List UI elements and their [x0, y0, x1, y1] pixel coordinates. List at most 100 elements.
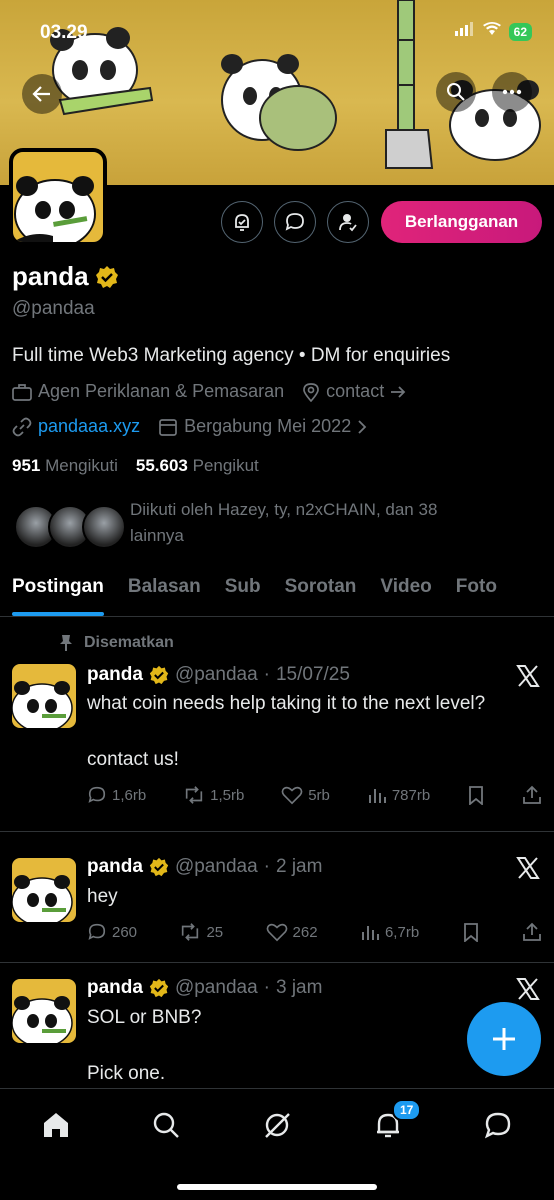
- repost-button[interactable]: 1,5rb: [183, 785, 244, 805]
- nav-home[interactable]: [38, 1107, 74, 1143]
- home-icon: [44, 1113, 68, 1137]
- post-author-name[interactable]: panda: [87, 977, 143, 999]
- bookmark-icon: [469, 786, 483, 805]
- post-header: panda @pandaa · 15/07/25: [87, 664, 350, 686]
- tab-video[interactable]: Video: [368, 570, 443, 616]
- post-author-handle: @pandaa: [174, 664, 258, 685]
- profile-name-text: panda: [12, 261, 89, 291]
- more-dots-icon: [502, 89, 522, 95]
- followed-by-row[interactable]: Diikuti oleh Hazey, ty, n2xCHAIN, dan 38…: [12, 497, 542, 553]
- back-button[interactable]: [22, 74, 62, 114]
- briefcase-icon: [12, 383, 32, 401]
- panda-avatar-image: [13, 176, 96, 242]
- link-icon: [12, 417, 32, 436]
- post-item[interactable]: panda @pandaa · 2 jam hey 260 25 262 6,7rb: [0, 832, 554, 963]
- post-text: contact us!: [87, 749, 179, 770]
- heart-icon: [266, 923, 287, 942]
- message-button[interactable]: [274, 201, 316, 243]
- tab-subs[interactable]: Sub: [213, 570, 273, 616]
- post-item[interactable]: panda @pandaa · 15/07/25 what coin needs h…: [0, 618, 554, 832]
- signal-icon: [454, 22, 475, 41]
- bar-chart-icon: [368, 789, 386, 803]
- search-icon: [447, 83, 465, 101]
- profile-avatar[interactable]: [9, 148, 107, 246]
- status-time: 03.29: [40, 22, 88, 43]
- grok-icon: [265, 1113, 290, 1138]
- joined-date[interactable]: Bergabung Mei 2022: [158, 416, 367, 437]
- subscribe-button[interactable]: Berlangganan: [381, 201, 542, 243]
- tab-photos[interactable]: Foto: [444, 570, 509, 616]
- profile-handle: @pandaa: [12, 298, 95, 319]
- repost-icon: [182, 923, 199, 941]
- followers-stat[interactable]: 55.603 Pengikut: [136, 456, 259, 476]
- bookmark-button[interactable]: [462, 922, 480, 942]
- panda-avatar-image: [12, 875, 73, 922]
- nav-notifications[interactable]: 17: [370, 1099, 422, 1143]
- share-button[interactable]: [522, 922, 542, 942]
- post-time: 2 jam: [275, 856, 323, 877]
- views-button[interactable]: 787rb: [367, 785, 430, 805]
- share-icon: [523, 785, 541, 804]
- plus-icon: [493, 1028, 515, 1050]
- reply-count: 1,6rb: [112, 786, 147, 804]
- post-text: what coin needs help taking it to the ne…: [87, 693, 486, 714]
- compose-post-button[interactable]: [467, 1002, 541, 1076]
- reply-count: 260: [112, 923, 138, 941]
- post-text: hey: [87, 886, 118, 907]
- bell-plus-icon: [235, 214, 249, 231]
- category-text: Agen Periklanan & Pemasaran: [38, 381, 285, 401]
- nav-messages[interactable]: [480, 1107, 516, 1143]
- home-indicator: [177, 1184, 377, 1190]
- post-actions: 260 25 262 6,7rb: [87, 922, 542, 942]
- calendar-icon: [159, 418, 177, 436]
- search-button[interactable]: [436, 72, 476, 112]
- post-avatar[interactable]: [12, 664, 76, 728]
- following-button[interactable]: [327, 201, 369, 243]
- reply-button[interactable]: 1,6rb: [87, 785, 146, 805]
- following-count: 951: [12, 456, 41, 475]
- like-button[interactable]: 5rb: [281, 785, 330, 805]
- chevron-right-icon: [358, 419, 367, 434]
- nav-grok[interactable]: [259, 1107, 295, 1143]
- post-time: 15/07/25: [275, 664, 350, 685]
- share-button[interactable]: [522, 785, 542, 805]
- following-stat[interactable]: 951 Mengikuti: [12, 456, 118, 476]
- nav-search[interactable]: [148, 1107, 184, 1143]
- x-logo-icon: [516, 857, 540, 879]
- reply-icon: [88, 786, 106, 803]
- tab-replies[interactable]: Balasan: [116, 570, 213, 616]
- post-author-handle: @pandaa: [174, 977, 258, 998]
- joined-text: Bergabung Mei 2022: [184, 416, 352, 436]
- post-avatar[interactable]: [12, 858, 76, 922]
- profile-tabs: Postingan Balasan Sub Sorotan Video Foto: [0, 570, 554, 617]
- post-separator: ·: [263, 856, 270, 877]
- follow-stats: 951 Mengikuti 55.603 Pengikut: [12, 456, 259, 476]
- like-count: 262: [292, 923, 318, 941]
- verified-badge-icon: [149, 665, 169, 685]
- tab-highlights[interactable]: Sorotan: [273, 570, 369, 616]
- views-button[interactable]: 6,7rb: [360, 922, 419, 942]
- like-button[interactable]: 262: [266, 922, 318, 942]
- website-link[interactable]: pandaaa.xyz: [12, 416, 140, 437]
- verified-badge-icon: [149, 857, 169, 877]
- reply-button[interactable]: 260: [87, 922, 137, 942]
- panda-avatar-image: [12, 681, 73, 728]
- contact-link[interactable]: contact: [302, 381, 406, 402]
- notify-bell-button[interactable]: [221, 201, 263, 243]
- category-item: Agen Periklanan & Pemasaran: [12, 381, 284, 402]
- repost-button[interactable]: 25: [179, 922, 223, 942]
- more-options-button[interactable]: [492, 72, 532, 112]
- post-avatar[interactable]: [12, 979, 76, 1043]
- arrow-right-icon: [391, 385, 406, 398]
- post-header: panda @pandaa · 3 jam: [87, 977, 322, 999]
- bookmark-button[interactable]: [467, 785, 485, 805]
- post-header: panda @pandaa · 2 jam: [87, 856, 322, 878]
- verified-badge-icon[interactable]: [95, 265, 119, 289]
- post-author-name[interactable]: panda: [87, 664, 143, 686]
- tab-posts[interactable]: Postingan: [0, 570, 116, 616]
- repost-count: 25: [206, 923, 224, 941]
- post-author-handle: @pandaa: [174, 856, 258, 877]
- post-author-name[interactable]: panda: [87, 856, 143, 878]
- x-logo-icon: [516, 665, 540, 687]
- chat-bubble-icon: [285, 213, 304, 231]
